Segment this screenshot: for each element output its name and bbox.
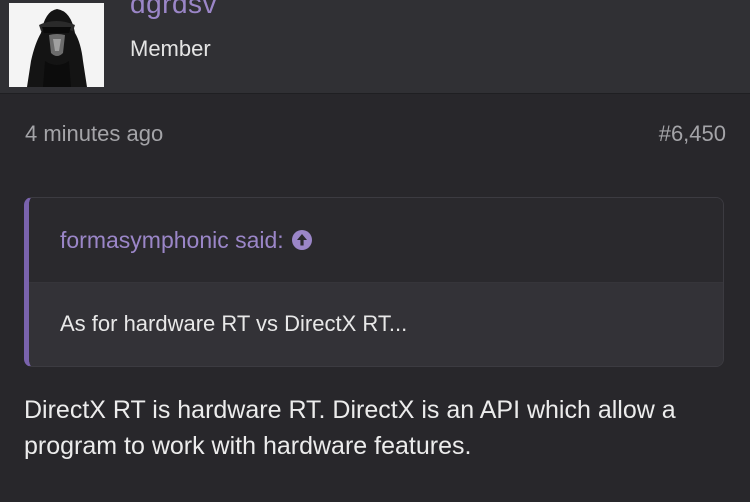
avatar[interactable] bbox=[9, 3, 104, 87]
post-number[interactable]: #6,450 bbox=[659, 121, 726, 147]
quote-author[interactable]: formasymphonic said: bbox=[60, 227, 284, 253]
post-time[interactable]: 4 minutes ago bbox=[25, 121, 163, 147]
post-meta: 4 minutes ago #6,450 bbox=[0, 118, 750, 152]
quote-text: As for hardware RT vs DirectX RT... bbox=[60, 311, 408, 336]
quote-header: formasymphonic said: bbox=[29, 198, 723, 283]
user-header: dgrdsv Member bbox=[0, 0, 750, 94]
arrow-up-circle-icon[interactable] bbox=[291, 230, 312, 250]
avatar-image bbox=[9, 3, 104, 87]
username[interactable]: dgrdsv bbox=[130, 0, 217, 20]
quote-block: formasymphonic said: As for hardware RT … bbox=[24, 197, 724, 367]
quote-author-line[interactable]: formasymphonic said: bbox=[60, 227, 312, 254]
quote-body: As for hardware RT vs DirectX RT... bbox=[29, 283, 723, 366]
user-title: Member bbox=[130, 36, 211, 61]
message-text: DirectX RT is hardware RT. DirectX is an… bbox=[24, 396, 676, 460]
